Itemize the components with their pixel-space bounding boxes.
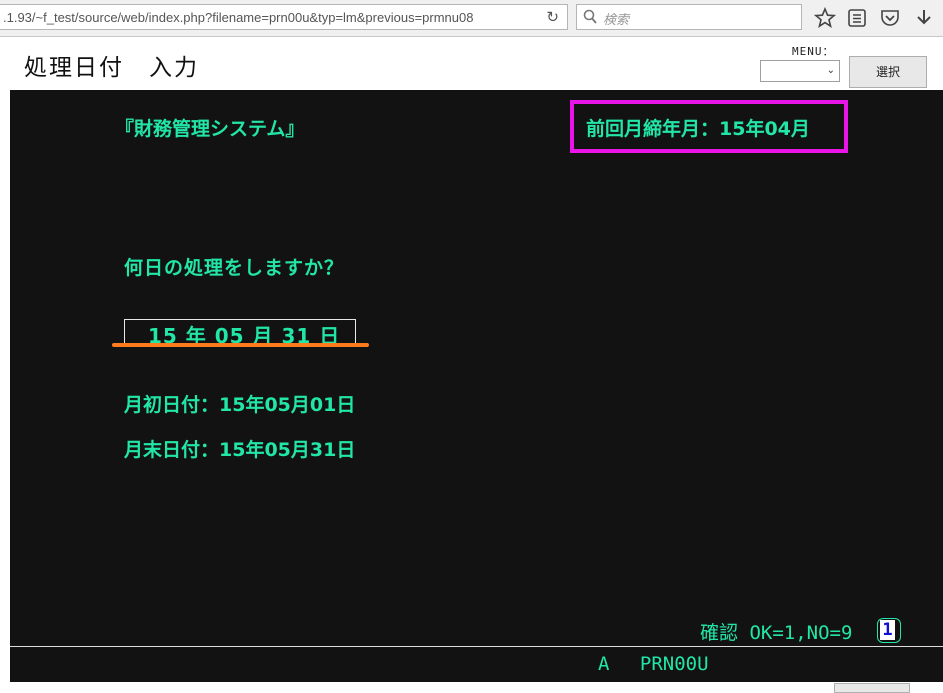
download-icon[interactable] [913, 7, 935, 29]
system-title: 『財務管理システム』 [115, 118, 305, 140]
previous-close-date: 前回月締年月：15年04月 [586, 118, 810, 140]
terminal-screen: 『財務管理システム』 前回月締年月：15年04月 何日の処理をしますか？ 15 … [10, 90, 943, 646]
pocket-icon[interactable] [879, 7, 901, 29]
bookmark-star-icon[interactable] [814, 7, 836, 29]
last-day-date: 月末日付：15年05月31日 [124, 439, 356, 461]
bottom-button[interactable] [834, 683, 910, 693]
page-title: 処理日付 入力 [24, 55, 199, 81]
search-placeholder: 検索 [603, 13, 630, 28]
orange-underline [112, 343, 369, 347]
menu-label: MENU： [792, 45, 835, 58]
menu-select[interactable]: ⌄ [760, 60, 840, 82]
processing-question: 何日の処理をしますか？ [124, 257, 345, 279]
browser-toolbar: .1.93/~f_test/source/web/index.php?filen… [0, 0, 943, 37]
first-day-date: 月初日付：15年05月01日 [124, 394, 356, 416]
select-button[interactable]: 選択 [849, 56, 927, 88]
url-text[interactable]: .1.93/~f_test/source/web/index.php?filen… [3, 10, 508, 25]
address-bar[interactable]: .1.93/~f_test/source/web/index.php?filen… [0, 4, 568, 30]
reading-list-icon[interactable] [846, 7, 868, 29]
confirm-input[interactable]: 1 [880, 620, 895, 640]
confirm-prompt: 確認 OK=1,NO=9 [700, 622, 853, 644]
reload-icon[interactable]: ↻ [546, 8, 559, 26]
search-box[interactable]: 検索 [576, 4, 802, 30]
status-line: A PRN00U [10, 646, 943, 682]
search-icon [583, 9, 597, 24]
status-text: A PRN00U [598, 653, 709, 675]
chevron-down-icon: ⌄ [826, 65, 835, 76]
